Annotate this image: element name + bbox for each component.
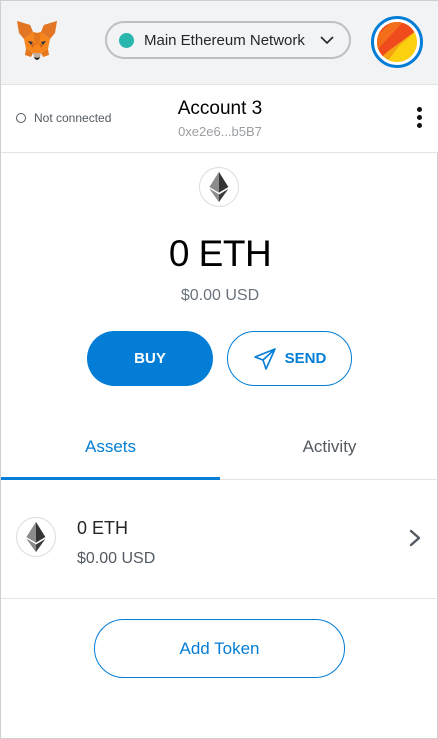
add-token-button[interactable]: Add Token	[94, 619, 345, 678]
paper-plane-icon	[253, 347, 276, 370]
balance-primary: 0 ETH	[168, 233, 272, 274]
list-item[interactable]: 0 ETH $0.00 USD	[1, 480, 438, 599]
tab-activity[interactable]: Activity	[220, 419, 438, 479]
send-button[interactable]: SEND	[227, 331, 352, 386]
network-label: Main Ethereum Network	[144, 31, 305, 49]
ethereum-icon	[199, 167, 239, 207]
balance-secondary: $0.00 USD	[180, 287, 260, 304]
account-jazzicon	[377, 22, 417, 62]
tab-assets[interactable]: Assets	[1, 419, 220, 480]
account-avatar[interactable]	[371, 16, 423, 68]
app-header: Main Ethereum Network	[1, 1, 438, 85]
chevron-down-icon	[320, 36, 334, 45]
metamask-fox-icon[interactable]	[15, 19, 59, 61]
account-bar: Not connected Account 3 0xe2e6...b5B7	[1, 85, 438, 153]
asset-secondary-balance: $0.00 USD	[77, 550, 156, 567]
network-status-dot	[119, 32, 134, 48]
wallet-popup: Main Ethereum Network Not connected Acco…	[0, 0, 438, 739]
send-label: SEND	[284, 350, 327, 367]
asset-primary-balance: 0 ETH	[77, 518, 129, 538]
network-selector[interactable]: Main Ethereum Network	[105, 21, 351, 59]
ethereum-icon	[16, 517, 56, 557]
account-address[interactable]: 0xe2e6...b5B7	[1, 124, 438, 139]
buy-button[interactable]: BUY	[87, 331, 213, 386]
tab-bar: Assets Activity	[1, 419, 438, 480]
account-name[interactable]: Account 3	[1, 98, 438, 120]
vertical-ellipsis-icon[interactable]	[409, 107, 429, 133]
chevron-right-icon	[409, 529, 421, 547]
